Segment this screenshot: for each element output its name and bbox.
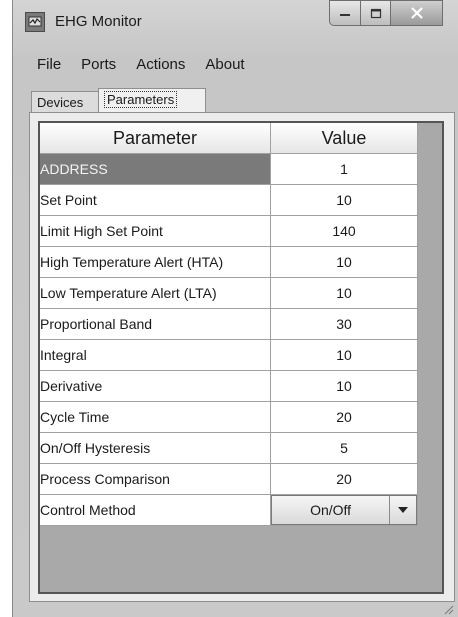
table-row[interactable]: Low Temperature Alert (LTA) 10 <box>40 277 418 309</box>
control-method-cell: On/Off <box>270 494 418 526</box>
param-name: Proportional Band <box>40 308 271 340</box>
chevron-down-icon <box>398 507 409 513</box>
param-value[interactable]: 20 <box>270 401 418 433</box>
parameters-grid: Parameter Value ADDRESS 1 Set Point 10 Limit… <box>38 121 444 594</box>
menu-ports[interactable]: Ports <box>71 52 126 78</box>
table-row[interactable]: Proportional Band 30 <box>40 308 418 340</box>
param-value[interactable]: 1 <box>270 153 418 185</box>
table-row[interactable]: Integral 10 <box>40 339 418 371</box>
param-value[interactable]: 10 <box>270 246 418 278</box>
title-bar[interactable]: EHG Monitor <box>13 0 458 42</box>
table-row[interactable]: Set Point 10 <box>40 184 418 216</box>
param-value[interactable]: 5 <box>270 432 418 464</box>
dropdown-arrow-button[interactable] <box>389 496 416 524</box>
header-row: Parameter Value <box>40 123 418 154</box>
tab-parameters[interactable]: Parameters <box>98 88 206 112</box>
param-name: Derivative <box>40 370 271 402</box>
param-name: High Temperature Alert (HTA) <box>40 246 271 278</box>
table-row[interactable]: High Temperature Alert (HTA) 10 <box>40 246 418 278</box>
monitor-app-icon[interactable] <box>25 12 45 32</box>
control-method-value: On/Off <box>310 502 352 518</box>
param-value[interactable]: 10 <box>270 370 418 402</box>
maximize-icon <box>370 8 381 18</box>
parameters-table: Parameter Value ADDRESS 1 Set Point 10 Limit… <box>40 123 418 526</box>
table-row[interactable]: Process Comparison 20 <box>40 463 418 495</box>
menu-actions[interactable]: Actions <box>126 52 195 78</box>
param-name: Integral <box>40 339 271 371</box>
param-name: Process Comparison <box>40 463 271 495</box>
param-value[interactable]: 20 <box>270 463 418 495</box>
param-name: Cycle Time <box>40 401 271 433</box>
param-name: Limit High Set Point <box>40 215 271 247</box>
parameters-rows: ADDRESS 1 Set Point 10 Limit High Set Point 1… <box>40 153 418 495</box>
minimize-icon <box>340 14 350 16</box>
menu-about[interactable]: About <box>195 52 254 78</box>
param-name: Control Method <box>40 494 271 526</box>
param-value[interactable]: 30 <box>270 308 418 340</box>
param-value[interactable]: 10 <box>270 339 418 371</box>
param-name: Low Temperature Alert (LTA) <box>40 277 271 309</box>
close-button[interactable] <box>391 0 443 26</box>
tab-parameters-label: Parameters <box>104 91 178 108</box>
table-row[interactable]: Derivative 10 <box>40 370 418 402</box>
maximize-button[interactable] <box>361 0 391 26</box>
param-value[interactable]: 140 <box>270 215 418 247</box>
param-name: ADDRESS <box>40 153 271 185</box>
table-row[interactable]: ADDRESS 1 <box>40 153 418 185</box>
param-value[interactable]: 10 <box>270 277 418 309</box>
menu-file[interactable]: File <box>13 52 71 78</box>
table-row[interactable]: Limit High Set Point 140 <box>40 215 418 247</box>
parameters-panel: Parameter Value ADDRESS 1 Set Point 10 Limit… <box>29 112 455 602</box>
table-row[interactable]: On/Off Hysteresis 5 <box>40 432 418 464</box>
control-method-row[interactable]: Control Method On/Off <box>40 494 418 526</box>
param-name: Set Point <box>40 184 271 216</box>
menu-bar: File Ports Actions About <box>13 52 458 78</box>
window-controls <box>329 0 443 28</box>
minimize-button[interactable] <box>329 0 361 26</box>
param-value[interactable]: 10 <box>270 184 418 216</box>
column-header-value[interactable]: Value <box>270 123 418 154</box>
app-window: EHG Monitor File Ports Actions About Dev… <box>12 0 458 617</box>
control-method-dropdown[interactable]: On/Off <box>271 495 417 525</box>
close-icon <box>410 7 423 19</box>
param-name: On/Off Hysteresis <box>40 432 271 464</box>
tab-devices[interactable]: Devices <box>31 91 99 112</box>
resize-grip-icon[interactable] <box>442 603 454 615</box>
column-header-parameter[interactable]: Parameter <box>40 123 271 154</box>
table-row[interactable]: Cycle Time 20 <box>40 401 418 433</box>
window-title: EHG Monitor <box>55 13 142 30</box>
